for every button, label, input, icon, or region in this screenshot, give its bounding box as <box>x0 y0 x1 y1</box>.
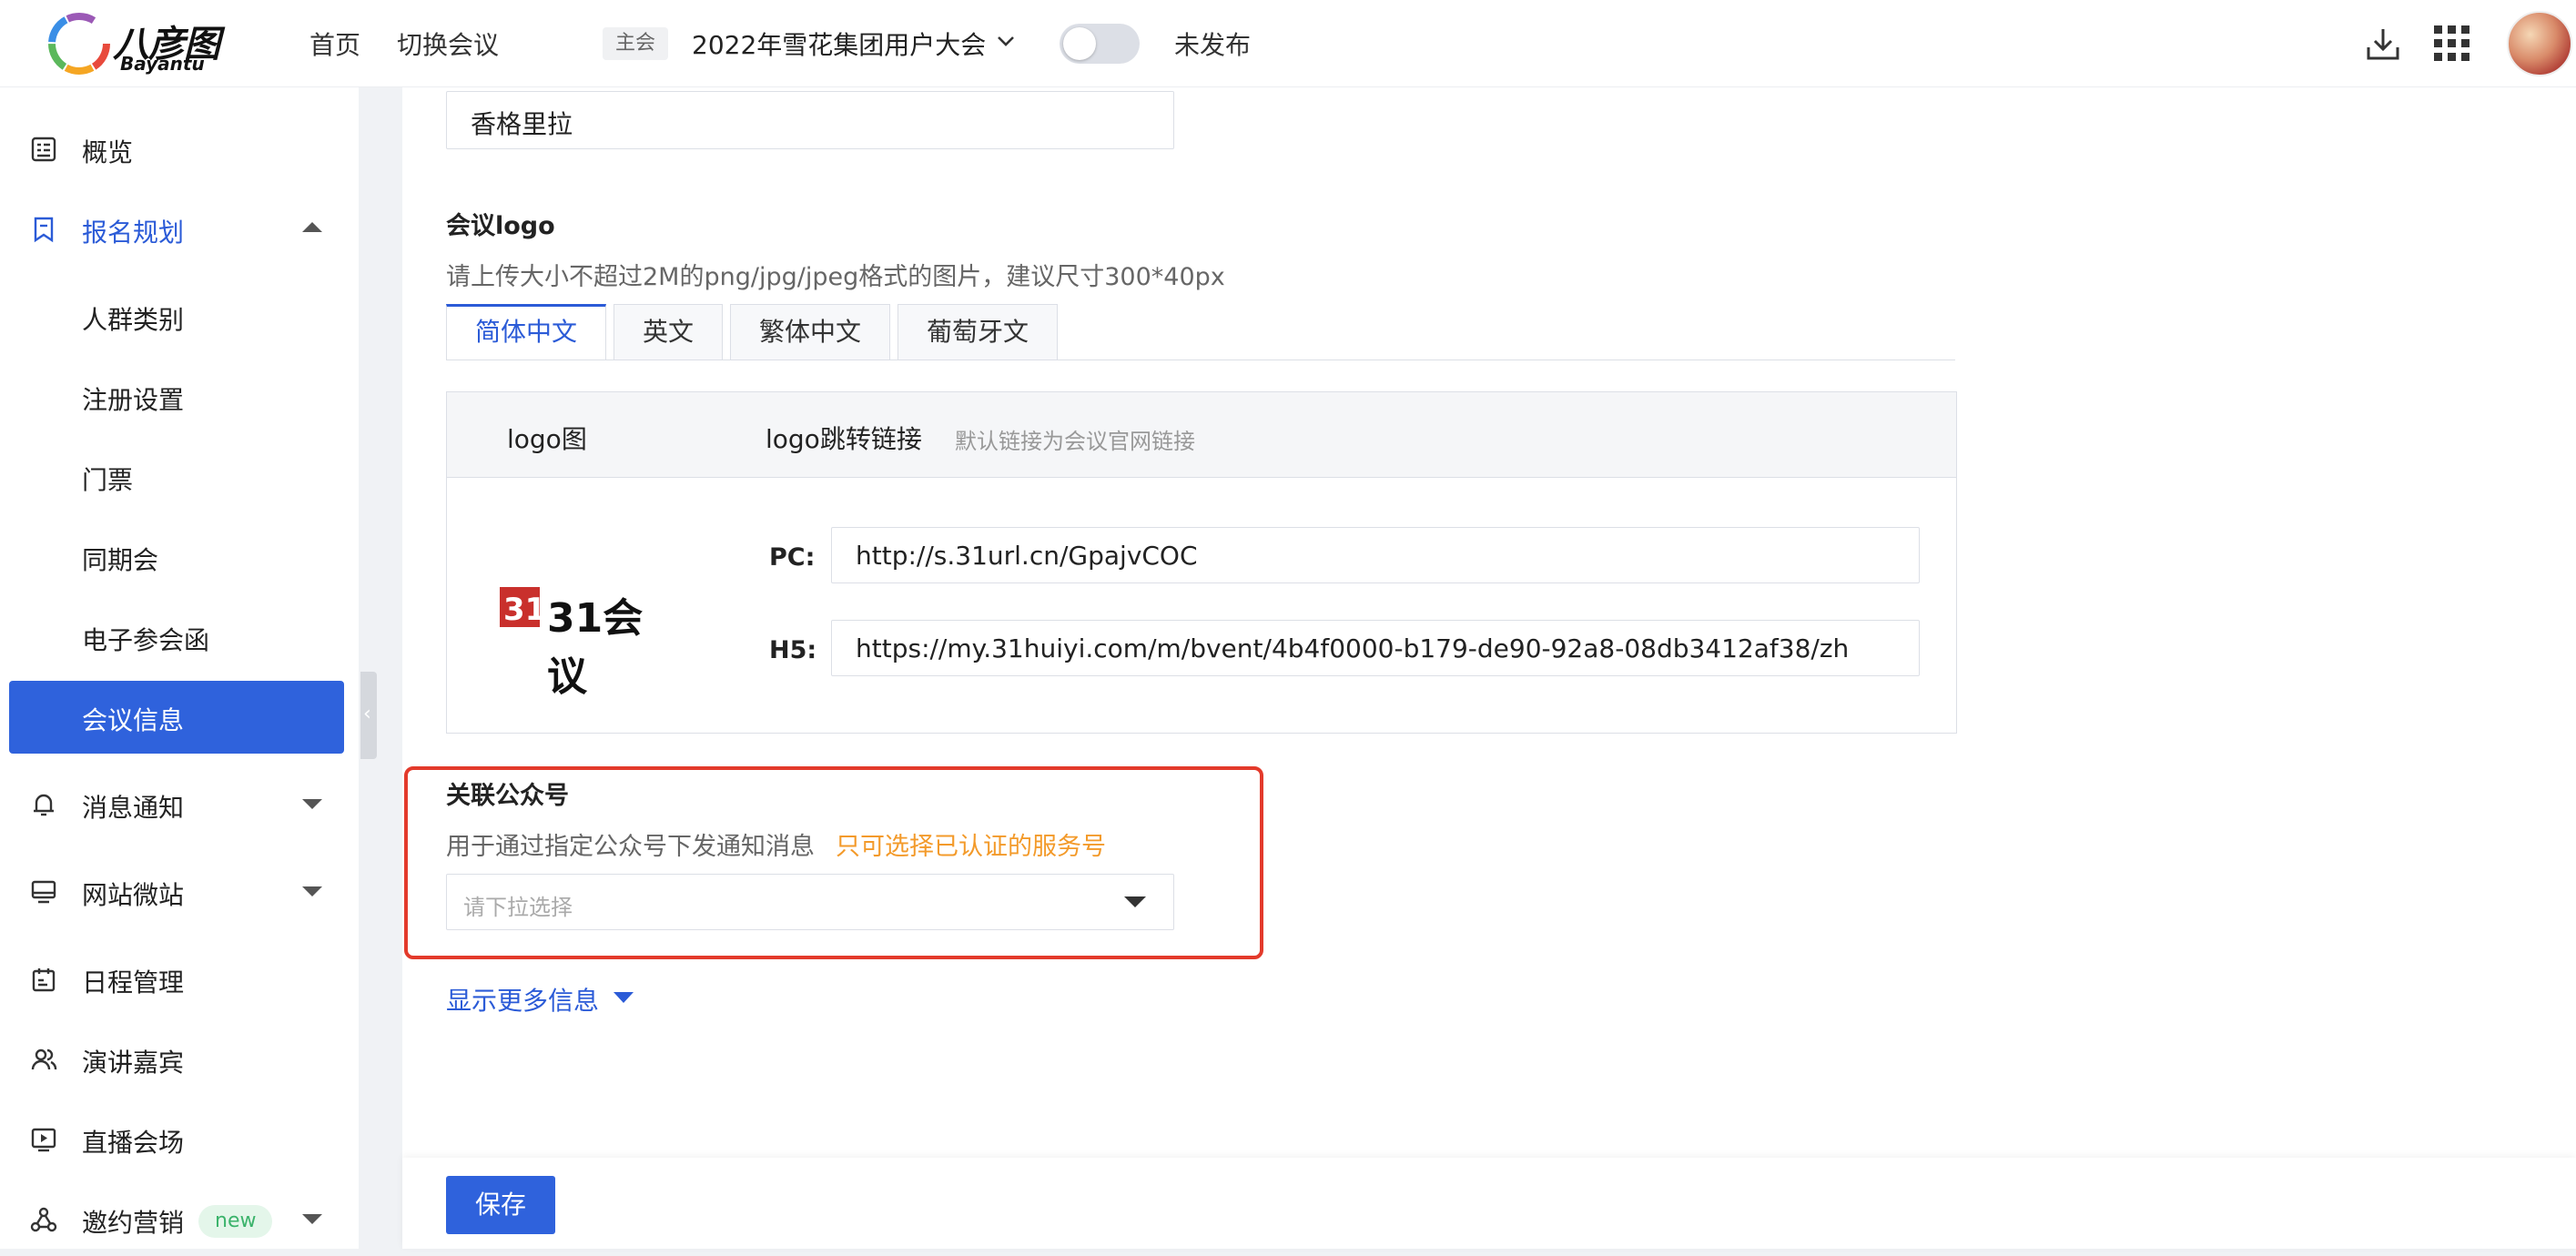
sidebar-item-label: 邀约营销 <box>82 1208 185 1238</box>
sidebar-item-label: 同期会 <box>82 545 159 575</box>
sidebar-item-conference-info[interactable]: 会议信息 <box>9 681 344 754</box>
venue-input[interactable]: 香格里拉 <box>446 91 1174 149</box>
sidebar-item-overview[interactable]: 概览 <box>0 113 359 186</box>
bell-icon <box>34 794 54 816</box>
pc-label: PC: <box>769 543 816 572</box>
sidebar-item-side-events[interactable]: 同期会 <box>0 521 359 593</box>
sidebar-item-label: 会议信息 <box>82 705 185 735</box>
logo-image-text: 31会议 <box>547 595 644 700</box>
sidebar-item-label: 门票 <box>82 465 134 495</box>
tab-english[interactable]: 英文 <box>614 304 723 360</box>
footer-actions: 保存 <box>402 1158 2576 1249</box>
sidebar-item-label: 消息通知 <box>82 793 185 823</box>
main-conference-badge: 主会 <box>603 27 669 60</box>
user-avatar[interactable] <box>2507 11 2572 76</box>
chevron-left-icon: ‹ <box>363 703 371 725</box>
save-button[interactable]: 保存 <box>446 1176 555 1234</box>
sidebar-item-speakers[interactable]: 演讲嘉宾 <box>0 1023 359 1096</box>
chevron-down-icon[interactable] <box>996 31 1016 51</box>
link-column-header: logo跳转链接 <box>766 424 922 454</box>
sidebar-item-label: 注册设置 <box>82 385 185 415</box>
publish-toggle[interactable] <box>1060 24 1140 64</box>
venue-input-value: 香格里拉 <box>471 109 573 139</box>
h5-label: H5: <box>769 636 817 664</box>
apps-grid-icon[interactable] <box>2432 24 2472 64</box>
sidebar: 概览 报名规划 人群类别 注册设置 门票 同期会 电子参会函 会议信息 消息通知 <box>0 87 359 1249</box>
pc-url-input[interactable]: http://s.31url.cn/GpajvCOC <box>831 527 1920 583</box>
tab-portuguese[interactable]: 葡萄牙文 <box>898 304 1058 360</box>
publish-status: 未发布 <box>1174 30 1252 60</box>
sidebar-item-invitation-marketing[interactable]: 邀约营销 new <box>0 1183 359 1256</box>
official-account-hint: 用于通过指定公众号下发通知消息 <box>446 833 815 861</box>
logo-table: logo图 logo跳转链接 默认链接为会议官网链接 31 31会议 PC: h… <box>446 391 1957 734</box>
bookmark-icon <box>34 217 54 243</box>
monitor-icon <box>31 880 56 904</box>
caret-down-icon <box>1124 896 1146 907</box>
caret-down-icon <box>302 886 322 896</box>
link-column-hint: 默认链接为会议官网链接 <box>955 429 1195 454</box>
sidebar-item-label: 日程管理 <box>82 967 185 998</box>
new-badge: new <box>198 1205 273 1238</box>
sidebar-item-label: 网站微站 <box>82 880 185 910</box>
sidebar-item-label: 演讲嘉宾 <box>82 1048 185 1078</box>
sidebar-item-live-venue[interactable]: 直播会场 <box>0 1103 359 1176</box>
caret-down-icon[interactable] <box>614 992 634 1003</box>
nav-home[interactable]: 首页 <box>309 25 360 62</box>
logo-column-header: logo图 <box>507 424 587 454</box>
sidebar-item-e-invitation[interactable]: 电子参会函 <box>0 601 359 674</box>
network-icon <box>30 1207 57 1232</box>
sidebar-item-audience-types[interactable]: 人群类别 <box>0 280 359 353</box>
logo-en-text: Bayantu <box>120 53 205 75</box>
sidebar-item-label: 电子参会函 <box>82 625 210 655</box>
sidebar-collapse-handle[interactable]: ‹ <box>360 672 377 759</box>
people-icon <box>31 1048 57 1070</box>
top-header: 八彦图 Bayantu 首页 切换会议 主会 2022年雪花集团用户大会 未发布 <box>0 0 2576 87</box>
toggle-knob <box>1063 27 1096 60</box>
svg-text:31: 31 <box>503 592 546 628</box>
tab-traditional-chinese[interactable]: 繁体中文 <box>730 304 890 360</box>
h5-url-value: https://my.31huiyi.com/m/bvent/4b4f0000-… <box>856 633 1850 663</box>
show-more-link[interactable]: 显示更多信息 <box>446 981 599 1018</box>
sidebar-item-registration-settings[interactable]: 注册设置 <box>0 360 359 433</box>
sidebar-item-tickets[interactable]: 门票 <box>0 441 359 513</box>
pc-url-value: http://s.31url.cn/GpajvCOC <box>856 541 1198 571</box>
caret-down-icon <box>302 1214 322 1224</box>
live-icon <box>31 1128 56 1152</box>
sidebar-item-label: 报名规划 <box>82 218 185 248</box>
download-icon[interactable] <box>2363 24 2403 64</box>
logo-table-header: logo图 logo跳转链接 默认链接为会议官网链接 <box>447 392 1956 478</box>
calendar-icon <box>32 968 56 992</box>
h5-url-input[interactable]: https://my.31huiyi.com/m/bvent/4b4f0000-… <box>831 620 1920 676</box>
sidebar-item-label: 概览 <box>82 137 134 167</box>
sidebar-item-registration-planning[interactable]: 报名规划 <box>0 193 359 266</box>
nav-switch-conference[interactable]: 切换会议 <box>397 25 499 62</box>
caret-down-icon <box>302 799 322 809</box>
caret-up-icon <box>302 222 322 232</box>
tab-simplified-chinese[interactable]: 简体中文 <box>446 304 606 360</box>
sidebar-item-notifications[interactable]: 消息通知 <box>0 768 359 841</box>
sidebar-item-label: 直播会场 <box>82 1128 185 1158</box>
conference-selector[interactable]: 2022年雪花集团用户大会 <box>692 25 986 62</box>
select-placeholder: 请下拉选择 <box>463 895 573 920</box>
conference-logo-image[interactable]: 31 31会议 <box>498 583 653 700</box>
official-account-warning: 只可选择已认证的服务号 <box>836 833 1106 861</box>
sidebar-item-website[interactable]: 网站微站 <box>0 856 359 928</box>
sidebar-item-schedule[interactable]: 日程管理 <box>0 943 359 1016</box>
sidebar-item-label: 人群类别 <box>82 305 185 335</box>
logo-upload-hint: 请上传大小不超过2M的png/jpg/jpeg格式的图片，建议尺寸300*40p… <box>446 263 1225 291</box>
official-account-title: 关联公众号 <box>446 782 569 810</box>
official-account-select[interactable]: 请下拉选择 <box>446 874 1174 930</box>
logo-section-title: 会议logo <box>446 212 555 240</box>
brand-logo[interactable]: 八彦图 Bayantu <box>47 9 229 78</box>
logo-swirl-icon <box>48 13 110 75</box>
overview-icon <box>31 137 56 162</box>
